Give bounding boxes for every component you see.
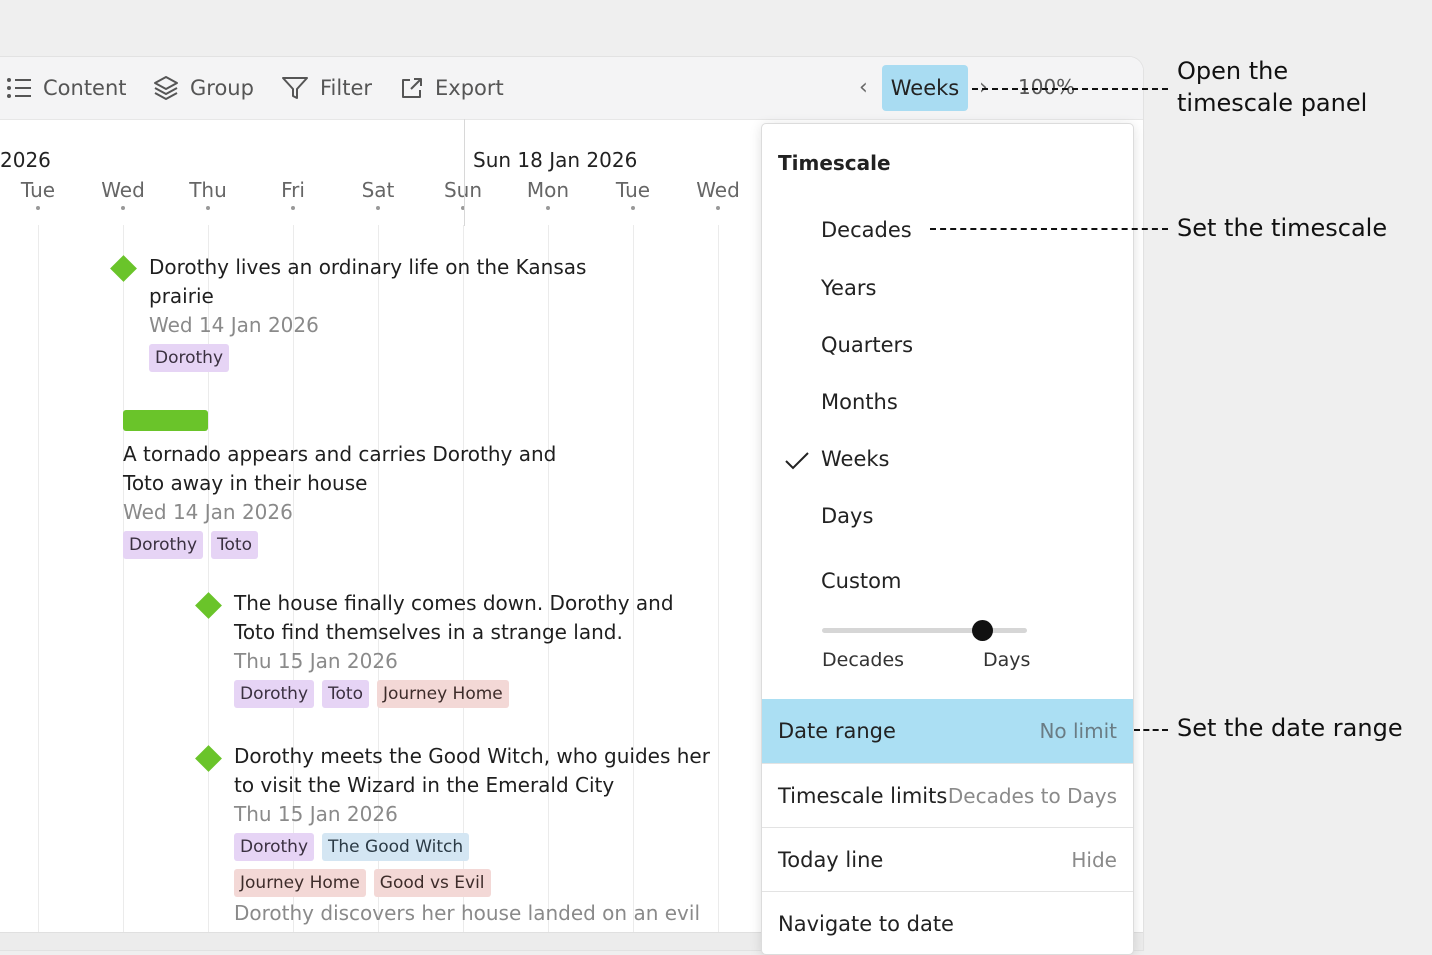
filter-label: Filter — [320, 76, 373, 100]
event-title-line: Dorothy discovers her house landed on an… — [234, 901, 700, 925]
tag-chip[interactable]: Dorothy — [234, 680, 315, 708]
callout-line — [1134, 729, 1168, 731]
content-button[interactable]: Content — [6, 73, 127, 103]
time-axis: 2026 Sun 18 Jan 2026 Tue Wed Thu Fri Sat… — [0, 119, 760, 225]
tag-chip[interactable]: Toto — [211, 531, 258, 559]
tag-chip[interactable]: Toto — [322, 680, 369, 708]
event-title-line: The house finally comes down. Dorothy an… — [234, 591, 674, 615]
panel-title: Timescale — [778, 151, 891, 175]
today-line-row[interactable]: Today line Hide — [762, 827, 1133, 891]
event-date: Wed 14 Jan 2026 — [123, 500, 293, 524]
event-tags: Dorothy — [149, 344, 669, 372]
day-label: Thu — [168, 178, 248, 210]
callout-text: timescale panel — [1177, 89, 1368, 117]
tag-chip[interactable]: Dorothy — [149, 344, 230, 372]
slider-min-label: Decades — [822, 649, 905, 671]
tag-chip[interactable]: Journey Home — [234, 869, 366, 897]
week-label: Sun 18 Jan 2026 — [473, 148, 638, 172]
timescale-option-weeks[interactable]: Weeks — [821, 447, 889, 471]
event-date: Thu 15 Jan 2026 — [234, 649, 398, 673]
timeline-event[interactable]: The house finally comes down. Dorothy an… — [234, 589, 754, 708]
row-label: Navigate to date — [778, 911, 954, 936]
day-label: Sun — [423, 178, 503, 210]
event-tags: Dorothy The Good Witch Journey Home Good… — [234, 833, 534, 897]
event-title-line: Toto away in their house — [123, 471, 368, 495]
day-label: Fri — [253, 178, 333, 210]
callout-set-timescale: Set the timescale — [1177, 214, 1388, 242]
tag-chip[interactable]: The Good Witch — [322, 833, 470, 861]
week-label: 2026 — [0, 148, 51, 172]
group-button[interactable]: Group — [153, 73, 254, 103]
export-label: Export — [435, 76, 504, 100]
event-title-line: to visit the Wizard in the Emerald City — [234, 773, 615, 797]
timeline-event[interactable]: A tornado appears and carries Dorothy an… — [123, 440, 643, 559]
event-title-line: Dorothy meets the Good Witch, who guides… — [234, 744, 710, 768]
slider-max-label: Days — [983, 649, 1031, 671]
zoom-level[interactable]: 100% — [1018, 75, 1075, 99]
event-tags: Dorothy Toto — [123, 531, 643, 559]
event-title-line: Toto find themselves in a strange land. — [234, 620, 623, 644]
row-label: Today line — [778, 847, 884, 872]
row-value: No limit — [1039, 719, 1117, 743]
milestone-diamond-icon[interactable] — [110, 255, 137, 282]
timescale-option-months[interactable]: Months — [821, 390, 898, 414]
timescale-option-quarters[interactable]: Quarters — [821, 333, 913, 357]
timescale-option-days[interactable]: Days — [821, 504, 873, 528]
row-label: Date range — [778, 719, 896, 743]
navigate-to-date-row[interactable]: Navigate to date — [762, 891, 1133, 955]
row-value: Hide — [1071, 847, 1117, 872]
day-label: Wed — [678, 178, 758, 210]
event-date: Thu 15 Jan 2026 — [234, 802, 398, 826]
filter-icon — [282, 77, 308, 99]
group-label: Group — [190, 76, 254, 100]
export-button[interactable]: Export — [400, 73, 504, 103]
day-label: Tue — [593, 178, 673, 210]
callout-line — [972, 88, 1168, 90]
day-label: Tue — [0, 178, 78, 210]
date-range-row[interactable]: Date range No limit — [762, 699, 1133, 763]
timescale-option-decades[interactable]: Decades — [821, 218, 912, 242]
grid-line — [38, 225, 39, 935]
timescale-panel: Timescale Decades Years Quarters Months … — [761, 123, 1134, 955]
callout-open-panel: Open the timescale panel — [1177, 55, 1367, 119]
tag-chip[interactable]: Journey Home — [376, 680, 509, 708]
week-separator — [464, 119, 465, 226]
event-tags: Dorothy Toto Journey Home — [234, 680, 754, 708]
event-date: Wed 14 Jan 2026 — [149, 313, 319, 337]
event-title-line: prairie — [149, 284, 214, 308]
content-label: Content — [43, 76, 127, 100]
prev-timescale-arrow[interactable]: ‹ — [859, 75, 868, 100]
tag-chip[interactable]: Dorothy — [123, 531, 204, 559]
timescale-button[interactable]: Weeks — [882, 65, 968, 111]
row-label: Timescale limits — [778, 783, 948, 808]
event-duration-bar[interactable] — [123, 410, 208, 431]
callout-line — [930, 228, 1168, 230]
timeline-event[interactable]: Dorothy meets the Good Witch, who guides… — [234, 742, 754, 897]
callout-text: Open the — [1177, 57, 1289, 85]
timeline-event[interactable]: Dorothy discovers her house landed on an… — [234, 899, 754, 928]
milestone-diamond-icon[interactable] — [195, 592, 222, 619]
day-label: Sat — [338, 178, 418, 210]
callout-set-date-range: Set the date range — [1177, 714, 1403, 742]
list-icon — [7, 78, 31, 98]
checkmark-icon — [785, 452, 809, 470]
timeline-event[interactable]: Dorothy lives an ordinary life on the Ka… — [149, 253, 669, 372]
day-label: Mon — [508, 178, 588, 210]
event-title-line: A tornado appears and carries Dorothy an… — [123, 442, 557, 466]
timescale-limits-row[interactable]: Timescale limits Decades to Days — [762, 763, 1133, 827]
layers-icon — [154, 76, 178, 100]
tag-chip[interactable]: Good vs Evil — [373, 869, 491, 897]
timescale-option-custom[interactable]: Custom — [821, 569, 901, 593]
custom-timescale-slider[interactable] — [822, 628, 1027, 633]
timescale-option-years[interactable]: Years — [821, 276, 876, 300]
tag-chip[interactable]: Dorothy — [234, 833, 315, 861]
grid-line — [123, 225, 124, 935]
milestone-diamond-icon[interactable] — [195, 745, 222, 772]
slider-thumb[interactable] — [972, 620, 993, 641]
row-value: Decades to Days — [947, 783, 1117, 808]
day-label: Wed — [83, 178, 163, 210]
event-title-line: Dorothy lives an ordinary life on the Ka… — [149, 255, 587, 279]
filter-button[interactable]: Filter — [281, 73, 372, 103]
external-link-icon — [402, 78, 422, 98]
